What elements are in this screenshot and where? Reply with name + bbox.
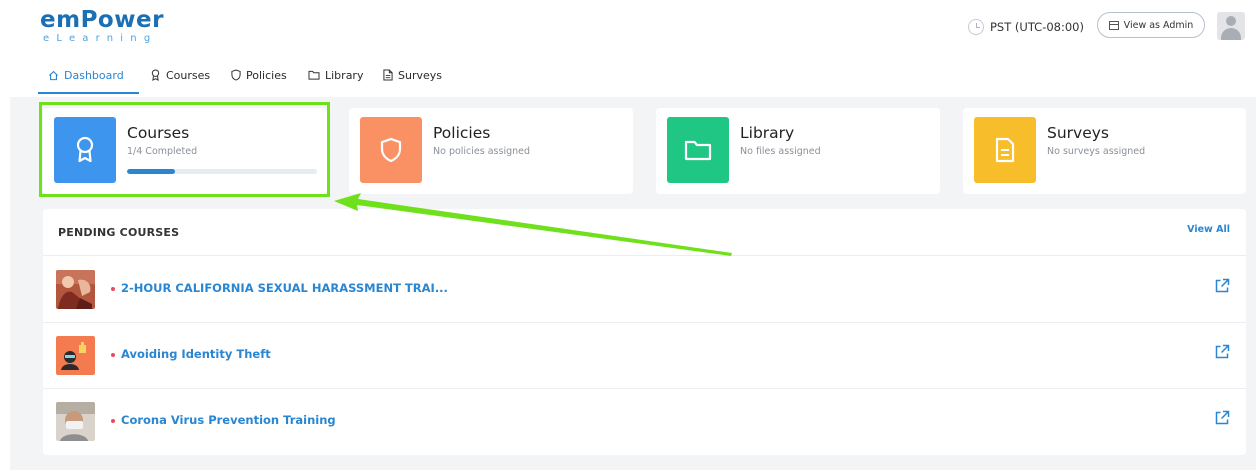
- card-subtitle-courses: 1/4 Completed: [127, 146, 198, 157]
- summary-card-courses[interactable]: Courses 1/4 Completed: [43, 108, 327, 194]
- top-header: emPower eLearning PST (UTC-08:00) View a…: [0, 0, 1256, 57]
- nav-label-courses: Courses: [166, 68, 211, 82]
- document-icon: [383, 69, 393, 81]
- pending-bullet: [111, 287, 115, 291]
- shield-icon: [380, 137, 402, 163]
- view-as-admin-label: View as Admin: [1123, 19, 1194, 31]
- shield-icon: [231, 69, 241, 81]
- award-icon: [150, 69, 161, 81]
- nav-item-policies[interactable]: Policies: [231, 56, 287, 94]
- course-name[interactable]: 2-HOUR CALIFORNIA SEXUAL HARASSMENT TRAI…: [121, 281, 448, 295]
- open-external-icon[interactable]: [1214, 344, 1230, 360]
- courses-tile: [54, 117, 116, 183]
- open-external-icon[interactable]: [1214, 278, 1230, 294]
- user-avatar[interactable]: [1217, 12, 1245, 40]
- view-all-link[interactable]: View All: [1187, 224, 1230, 235]
- award-icon: [76, 136, 94, 163]
- pending-courses-panel: PENDING COURSES View All 2-HOUR CALIFORN…: [43, 209, 1246, 455]
- logo-sub-text: eLearning: [43, 33, 158, 44]
- card-title-surveys: Surveys: [1047, 124, 1109, 142]
- nav-label-policies: Policies: [246, 68, 287, 82]
- nav-item-dashboard[interactable]: Dashboard: [48, 56, 124, 94]
- summary-card-library[interactable]: Library No files assigned: [656, 108, 940, 194]
- course-thumbnail: [56, 336, 95, 375]
- nav-item-library[interactable]: Library: [308, 56, 363, 94]
- folder-icon: [308, 70, 320, 80]
- pending-bullet: [111, 353, 115, 357]
- pending-bullet: [111, 419, 115, 423]
- open-external-icon[interactable]: [1214, 410, 1230, 426]
- courses-progress-fill: [127, 169, 175, 174]
- summary-card-surveys[interactable]: Surveys No surveys assigned: [963, 108, 1246, 194]
- pending-course-row[interactable]: 2-HOUR CALIFORNIA SEXUAL HARASSMENT TRAI…: [43, 256, 1246, 323]
- active-tab-indicator: [38, 92, 139, 94]
- document-icon: [995, 137, 1015, 163]
- folder-icon: [684, 140, 712, 161]
- course-thumbnail: [56, 270, 95, 309]
- nav-item-courses[interactable]: Courses: [150, 56, 210, 94]
- clock-icon: [968, 19, 984, 35]
- course-name[interactable]: Avoiding Identity Theft: [121, 347, 271, 361]
- summary-card-policies[interactable]: Policies No policies assigned: [349, 108, 633, 194]
- pending-courses-title: PENDING COURSES: [58, 226, 180, 239]
- policies-tile: [360, 117, 422, 183]
- card-title-courses: Courses: [127, 124, 190, 142]
- pending-course-row[interactable]: Avoiding Identity Theft: [43, 322, 1246, 389]
- course-thumbnail: [56, 402, 95, 441]
- logo-main-text: emPower: [40, 7, 164, 33]
- card-title-library: Library: [740, 124, 795, 142]
- card-subtitle-policies: No policies assigned: [433, 146, 531, 157]
- view-as-admin-button[interactable]: View as Admin: [1097, 12, 1205, 38]
- nav-label-surveys: Surveys: [398, 68, 442, 82]
- home-icon: [48, 70, 59, 81]
- main-nav: Dashboard Courses Policies Library Surve…: [0, 56, 1256, 94]
- course-name[interactable]: Corona Virus Prevention Training: [121, 413, 336, 427]
- brand-logo[interactable]: emPower eLearning: [40, 7, 170, 47]
- window-icon: [1108, 20, 1119, 30]
- timezone-indicator: PST (UTC-08:00): [968, 15, 1084, 39]
- card-subtitle-surveys: No surveys assigned: [1047, 146, 1146, 157]
- timezone-label: PST (UTC-08:00): [990, 20, 1084, 34]
- card-title-policies: Policies: [433, 124, 491, 142]
- nav-label-dashboard: Dashboard: [64, 68, 124, 82]
- library-tile: [667, 117, 729, 183]
- nav-label-library: Library: [325, 68, 364, 82]
- card-subtitle-library: No files assigned: [740, 146, 821, 157]
- surveys-tile: [974, 117, 1036, 183]
- pending-courses-header: PENDING COURSES View All: [43, 209, 1246, 256]
- pending-course-row[interactable]: Corona Virus Prevention Training: [43, 388, 1246, 454]
- courses-progress-bar: [127, 169, 317, 174]
- nav-item-surveys[interactable]: Surveys: [383, 56, 442, 94]
